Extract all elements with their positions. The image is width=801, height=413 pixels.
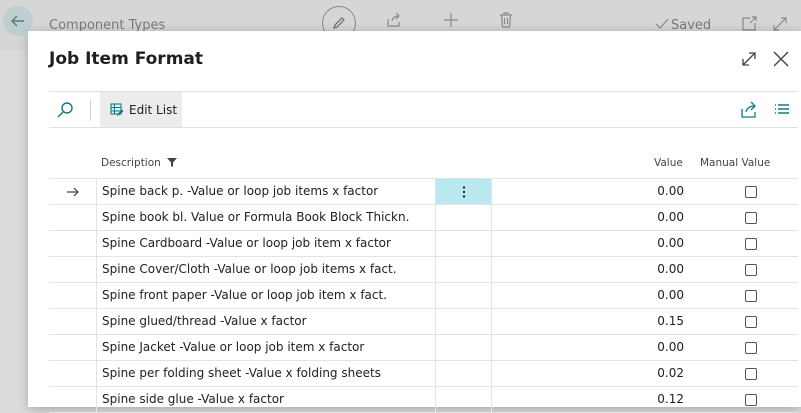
value-cell[interactable]: 0.00 — [492, 335, 704, 360]
expand-icon[interactable] — [739, 49, 759, 69]
filter-icon — [167, 158, 178, 167]
row-actions-cell[interactable] — [436, 335, 492, 360]
table-row[interactable]: Spine Cardboard -Value or loop job item … — [49, 231, 798, 257]
row-actions-cell[interactable] — [436, 257, 492, 282]
description-cell[interactable]: Spine Cover/Cloth -Value or loop job ite… — [96, 257, 436, 282]
manual-value-cell — [704, 205, 798, 230]
search-icon[interactable] — [55, 100, 75, 120]
column-header-value[interactable]: Value — [654, 157, 683, 169]
back-arrow-icon — [11, 15, 24, 27]
manual-value-checkbox[interactable] — [745, 341, 757, 354]
background-expand-icon[interactable] — [772, 16, 788, 32]
row-actions-cell[interactable] — [436, 309, 492, 334]
list-view-icon[interactable] — [772, 100, 792, 120]
row-indicator[interactable] — [49, 309, 96, 334]
description-cell[interactable]: Spine glued/thread -Value x factor — [96, 309, 436, 334]
table-row[interactable]: Spine Cover/Cloth -Value or loop job ite… — [49, 257, 798, 283]
more-options-icon[interactable] — [462, 185, 466, 198]
action-bar: Edit List — [49, 91, 798, 128]
background-add-icon[interactable] — [443, 12, 459, 28]
pencil-icon — [333, 17, 345, 29]
manual-value-cell — [704, 257, 798, 282]
value-cell[interactable]: 0.00 — [492, 205, 704, 230]
share-icon[interactable] — [739, 100, 759, 120]
background-share-icon[interactable] — [386, 12, 402, 28]
value-cell[interactable]: 0.00 — [492, 179, 704, 204]
manual-value-cell — [704, 387, 798, 412]
row-actions-cell[interactable] — [436, 205, 492, 230]
value-cell[interactable]: 0.00 — [492, 283, 704, 308]
row-indicator[interactable] — [49, 257, 96, 282]
row-indicator[interactable] — [49, 361, 96, 386]
table-row[interactable]: Spine per folding sheet -Value x folding… — [49, 361, 798, 387]
description-cell[interactable]: Spine front paper -Value or loop job ite… — [96, 283, 436, 308]
saved-check-icon — [655, 18, 669, 29]
background-delete-icon[interactable] — [499, 12, 513, 28]
action-bar-divider — [90, 99, 91, 121]
manual-value-checkbox[interactable] — [745, 211, 757, 224]
row-actions-cell[interactable] — [436, 231, 492, 256]
row-indicator[interactable] — [49, 179, 96, 204]
job-item-format-dialog: Job Item Format Edit List Description Va… — [28, 31, 801, 413]
value-cell[interactable]: 0.15 — [492, 309, 704, 334]
edit-list-label: Edit List — [129, 102, 178, 117]
manual-value-cell — [704, 283, 798, 308]
value-cell[interactable]: 0.12 — [492, 387, 704, 412]
manual-value-checkbox[interactable] — [745, 393, 757, 406]
manual-value-checkbox[interactable] — [745, 367, 757, 380]
value-cell[interactable]: 0.00 — [492, 257, 704, 282]
description-cell[interactable]: Spine back p. -Value or loop job items x… — [96, 179, 436, 204]
row-indicator[interactable] — [49, 283, 96, 308]
description-cell[interactable]: Spine Cardboard -Value or loop job item … — [96, 231, 436, 256]
column-header-manual-value[interactable]: Manual Value — [700, 157, 770, 169]
edit-list-icon — [110, 102, 124, 116]
manual-value-checkbox[interactable] — [745, 237, 757, 250]
column-header-description[interactable]: Description — [101, 157, 178, 169]
table-row[interactable]: Spine Jacket -Value or loop job item x f… — [49, 335, 798, 361]
row-actions-cell[interactable] — [436, 283, 492, 308]
background-open-new-window-icon[interactable] — [741, 16, 757, 32]
current-row-arrow-icon — [66, 187, 79, 196]
dialog-title: Job Item Format — [49, 49, 204, 69]
manual-value-checkbox[interactable] — [745, 263, 757, 276]
description-cell[interactable]: Spine Jacket -Value or loop job item x f… — [96, 335, 436, 360]
table-row[interactable]: Spine side glue -Value x factor 0.12 — [49, 387, 798, 413]
description-cell[interactable]: Spine side glue -Value x factor — [96, 387, 436, 412]
row-indicator[interactable] — [49, 231, 96, 256]
job-item-format-grid: Spine back p. -Value or loop job items x… — [49, 178, 798, 413]
edit-list-button[interactable]: Edit List — [100, 92, 182, 127]
row-actions-cell[interactable] — [436, 387, 492, 412]
table-row[interactable]: Spine back p. -Value or loop job items x… — [49, 178, 798, 205]
manual-value-cell — [704, 361, 798, 386]
row-actions-cell[interactable] — [436, 179, 492, 204]
value-cell[interactable]: 0.00 — [492, 231, 704, 256]
description-cell[interactable]: Spine per folding sheet -Value x folding… — [96, 361, 436, 386]
manual-value-checkbox[interactable] — [745, 315, 757, 328]
table-row[interactable]: Spine book bl. Value or Formula Book Blo… — [49, 205, 798, 231]
manual-value-cell — [704, 335, 798, 360]
manual-value-checkbox[interactable] — [745, 185, 757, 198]
value-cell[interactable]: 0.02 — [492, 361, 704, 386]
description-cell[interactable]: Spine book bl. Value or Formula Book Blo… — [96, 205, 436, 230]
manual-value-cell — [704, 309, 798, 334]
manual-value-cell — [704, 231, 798, 256]
row-indicator[interactable] — [49, 335, 96, 360]
row-indicator[interactable] — [49, 387, 96, 412]
table-row[interactable]: Spine glued/thread -Value x factor 0.15 — [49, 309, 798, 335]
row-actions-cell[interactable] — [436, 361, 492, 386]
manual-value-checkbox[interactable] — [745, 289, 757, 302]
close-icon[interactable] — [771, 49, 791, 69]
manual-value-cell — [704, 179, 798, 204]
row-indicator[interactable] — [49, 205, 96, 230]
table-row[interactable]: Spine front paper -Value or loop job ite… — [49, 283, 798, 309]
